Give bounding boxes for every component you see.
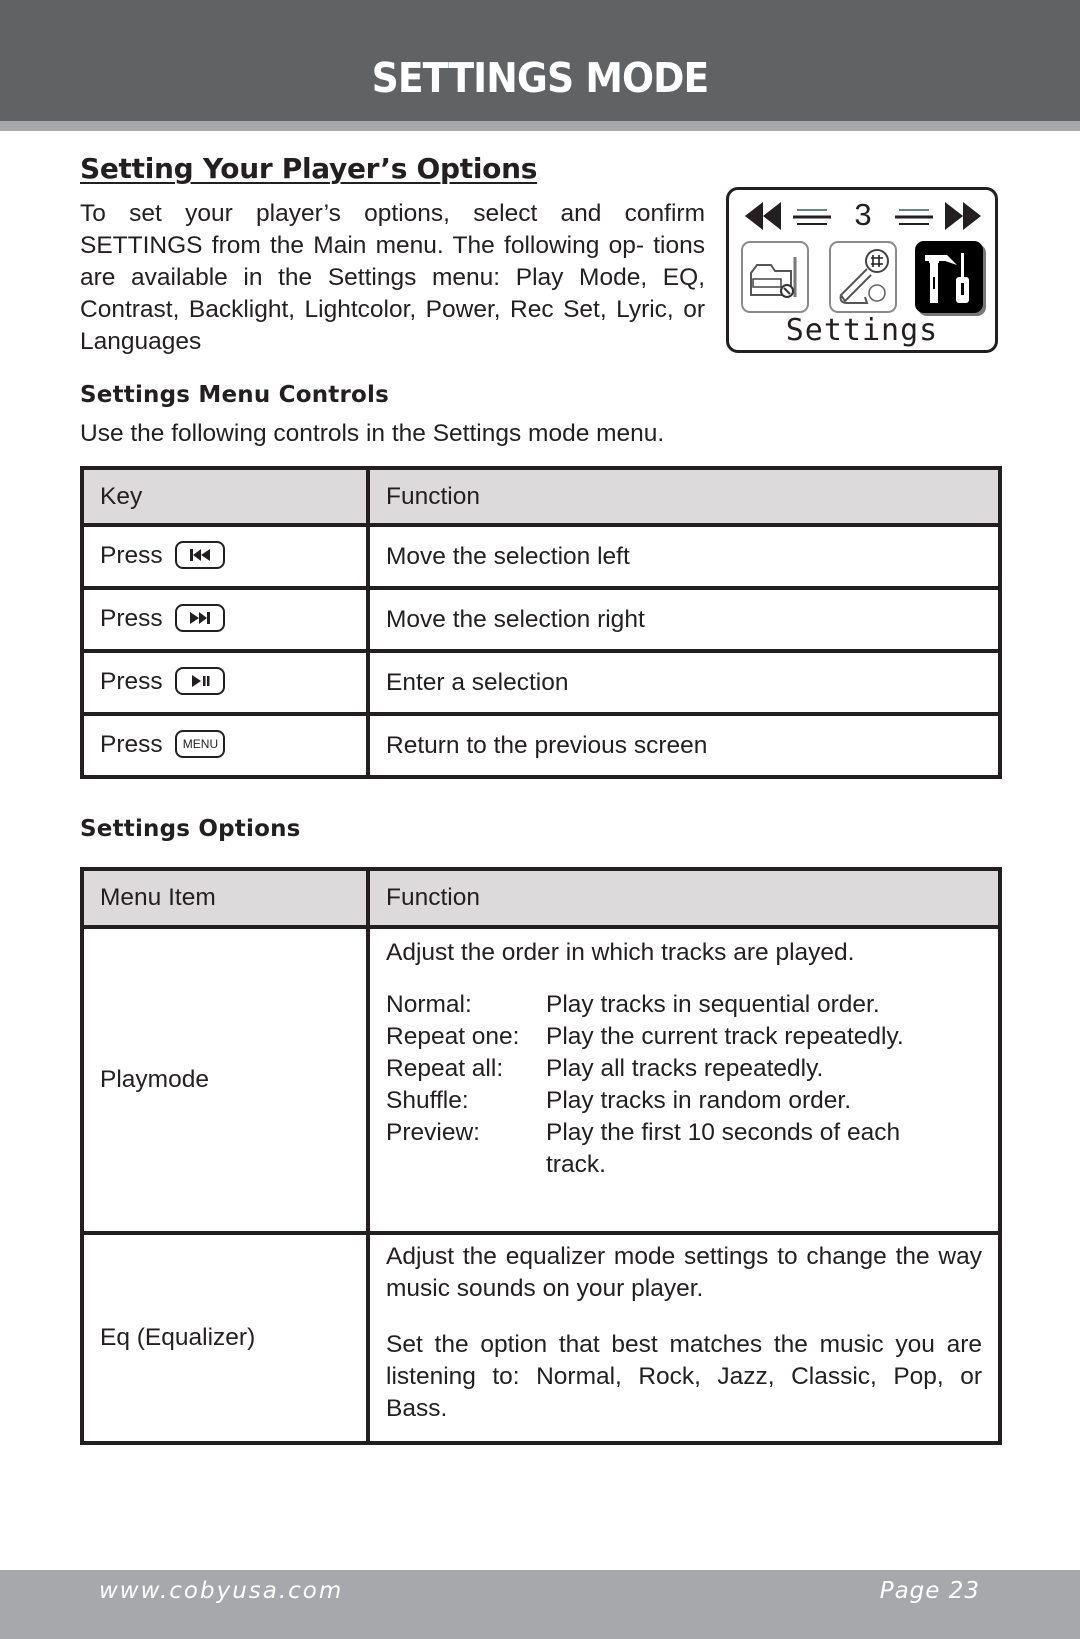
eq-options-description: Set the option that best matches the mus… [386,1331,982,1422]
table-header-row: Key Function [80,466,1002,527]
option-term: Preview: [386,1119,480,1146]
function-cell: Adjust the equalizer mode settings to ch… [366,1231,1002,1445]
page-title: SETTINGS MODE [371,54,710,102]
controls-heading: Settings Menu Controls [80,382,389,408]
fast-forward-icon [945,202,981,230]
options-heading: Settings Options [80,816,301,842]
option-desc: Play tracks in random order. [546,1087,852,1114]
controls-table: Key Function Press Move the selection le… [80,466,1002,779]
press-label: Press [100,605,163,633]
press-label: Press [100,731,163,759]
table-row: Press Enter a selection [80,649,1002,716]
playmode-option: Repeat all: Play all tracks repeatedly. [386,1053,982,1085]
tools-wrench-icon [829,241,897,313]
option-desc: Play all tracks repeatedly. [546,1055,824,1082]
function-cell: Adjust the order in which tracks are pla… [366,925,1002,1235]
footer-website-link[interactable]: www.cobyusa.com [99,1578,343,1604]
previous-track-key-icon [175,540,226,569]
table-header-row: Menu Item Function [80,867,1002,929]
menu-key-icon: MENU [175,729,226,758]
table-row: Playmode Adjust the order in which track… [80,925,1002,1235]
press-label: Press [100,542,163,570]
playmode-option: Normal: Play tracks in sequential order. [386,989,982,1021]
device-screen-illustration: 3 Settings [726,187,998,353]
header-function: Function [366,867,1002,929]
menu-item-cell: Eq (Equalizer) [80,1231,370,1445]
option-term: Repeat all: [386,1055,504,1082]
options-table: Menu Item Function Playmode Adjust the o… [80,867,1002,1445]
header-function: Function [366,466,1002,527]
table-row: Press Move the selection right [80,586,1002,653]
table-row: Press MENU Return to the previous screen [80,712,1002,779]
playmode-option: Preview: Play the first 10 seconds of ea… [386,1117,982,1181]
playmode-option: Shuffle: Play tracks in random order. [386,1085,982,1117]
eq-description: Adjust the equalizer mode settings to ch… [386,1243,982,1302]
table-row: Eq (Equalizer) Adjust the equalizer mode… [80,1231,1002,1445]
playmode-option: Repeat one: Play the current track repea… [386,1021,982,1053]
menu-item-cell: Playmode [80,925,370,1235]
option-term: Normal: [386,991,472,1018]
intro-paragraph: To set your player’s options, select and… [80,200,705,355]
controls-lead: Use the following controls in the Settin… [80,420,665,447]
option-term: Shuffle: [386,1087,469,1114]
key-cell: Press [80,523,370,590]
play-pause-key-icon [175,666,226,695]
divider-lines-right-icon [895,209,933,225]
header-divider [0,121,1080,131]
playmode-intro: Adjust the order in which tracks are pla… [386,939,855,966]
device-nav-bar: 3 [743,198,983,232]
header-menu-item: Menu Item [80,867,370,929]
page-number: Page 23 [879,1578,980,1604]
section-title: Setting Your Player’s Options [80,152,538,185]
function-cell: Move the selection right [366,586,1002,653]
function-cell: Enter a selection [366,649,1002,716]
recorder-icon [741,241,809,313]
option-desc: Play the current track repeatedly. [546,1023,904,1050]
function-cell: Return to the previous screen [366,712,1002,779]
key-cell: Press MENU [80,712,370,779]
table-row: Press Move the selection left [80,523,1002,590]
settings-tools-icon [915,241,983,313]
key-cell: Press [80,586,370,653]
next-track-key-icon [175,603,226,632]
key-cell: Press [80,649,370,716]
option-desc: Play the first 10 seconds of each track. [546,1119,901,1178]
press-label: Press [100,668,163,696]
function-cell: Move the selection left [366,523,1002,590]
device-screen-label: Settings [785,313,939,348]
header-key: Key [80,466,370,527]
option-desc: Play tracks in sequential order. [546,991,880,1018]
option-term: Repeat one: [386,1023,520,1050]
